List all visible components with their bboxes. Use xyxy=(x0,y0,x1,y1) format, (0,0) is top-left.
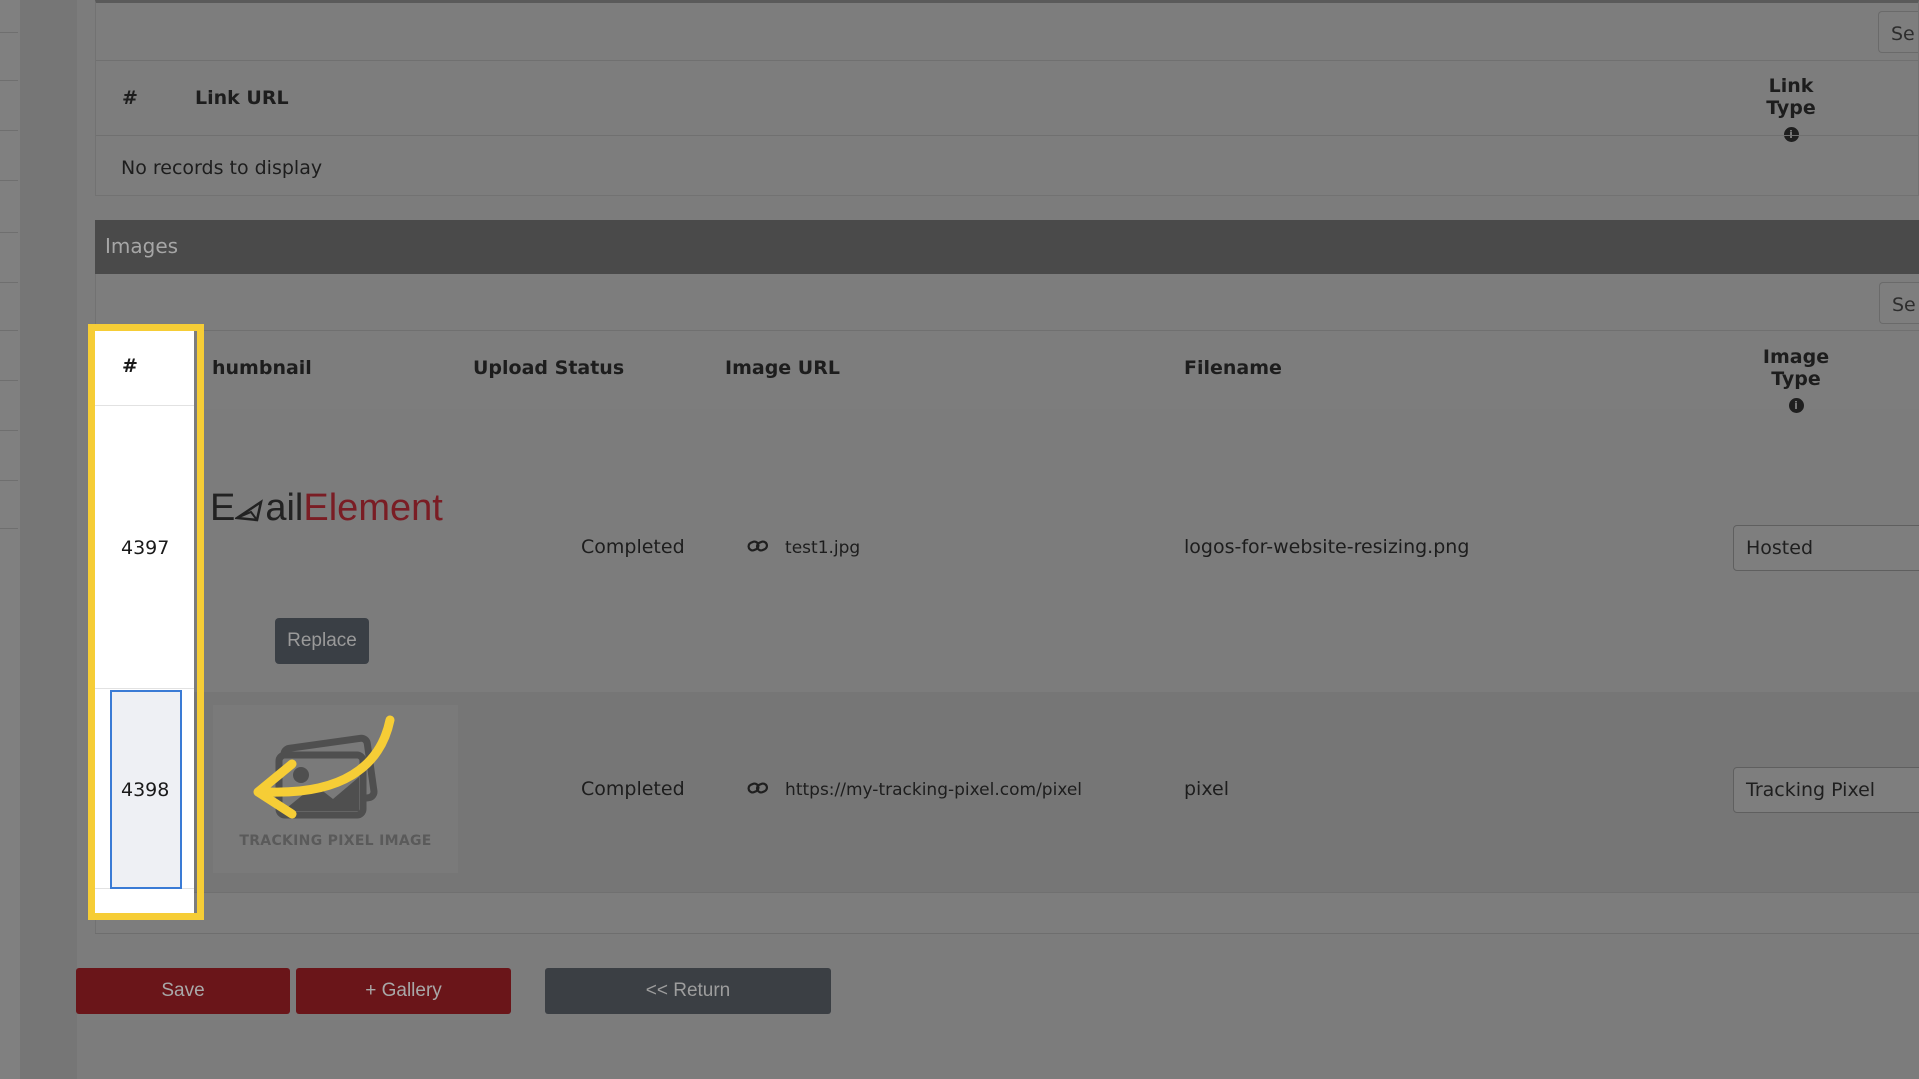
highlight-box xyxy=(88,324,204,920)
link-icon xyxy=(747,779,769,801)
links-empty-message: No records to display xyxy=(121,157,323,179)
row1-upload-status: Completed xyxy=(581,536,685,558)
images-col-image-url[interactable]: Image URL xyxy=(725,357,840,379)
images-col-thumbnail[interactable]: humbnail xyxy=(212,357,312,379)
left-rail xyxy=(0,0,20,1079)
links-col-link-url[interactable]: Link URL xyxy=(195,87,289,109)
info-icon[interactable]: i xyxy=(1788,398,1804,413)
row1-image-type-select[interactable]: Hosted xyxy=(1733,525,1919,571)
row2-image-url[interactable]: https://my-tracking-pixel.com/pixel xyxy=(747,778,1082,801)
tracking-pixel-caption: TRACKING PIXEL IMAGE xyxy=(239,833,432,849)
images-col-filename[interactable]: Filename xyxy=(1184,357,1282,379)
save-button[interactable]: Save xyxy=(76,968,290,1014)
links-col-link-type[interactable]: Link Type i xyxy=(1741,75,1841,143)
main-content: Se # Link URL Link Type i No records to … xyxy=(77,0,1919,1079)
emailelement-logo: E ailElement xyxy=(210,487,443,534)
side-panel xyxy=(20,0,77,1079)
return-button[interactable]: << Return xyxy=(545,968,831,1014)
add-gallery-button[interactable]: + Gallery xyxy=(296,968,511,1014)
link-icon xyxy=(747,537,769,559)
links-col-num: # xyxy=(122,87,138,109)
images-section-header: Images xyxy=(95,220,1919,274)
row2-upload-status: Completed xyxy=(581,778,685,800)
replace-button[interactable]: Replace xyxy=(275,618,369,664)
table-row xyxy=(96,409,1919,692)
row2-image-type-select[interactable]: Tracking Pixel xyxy=(1733,767,1919,813)
links-table: Se # Link URL Link Type i No records to … xyxy=(95,0,1919,196)
row1-image-url[interactable]: test1.jpg xyxy=(747,536,860,559)
row1-filename: logos-for-website-resizing.png xyxy=(1184,536,1470,558)
row2-filename: pixel xyxy=(1184,778,1229,800)
images-col-image-type[interactable]: Image Type i xyxy=(1746,346,1846,414)
envelope-icon xyxy=(233,491,265,534)
links-search-input[interactable]: Se xyxy=(1878,11,1918,53)
images-section-title: Images xyxy=(105,234,179,258)
images-col-upload-status[interactable]: Upload Status xyxy=(473,357,624,379)
images-search-input[interactable]: Se xyxy=(1879,282,1919,324)
curved-arrow-icon xyxy=(240,708,400,832)
